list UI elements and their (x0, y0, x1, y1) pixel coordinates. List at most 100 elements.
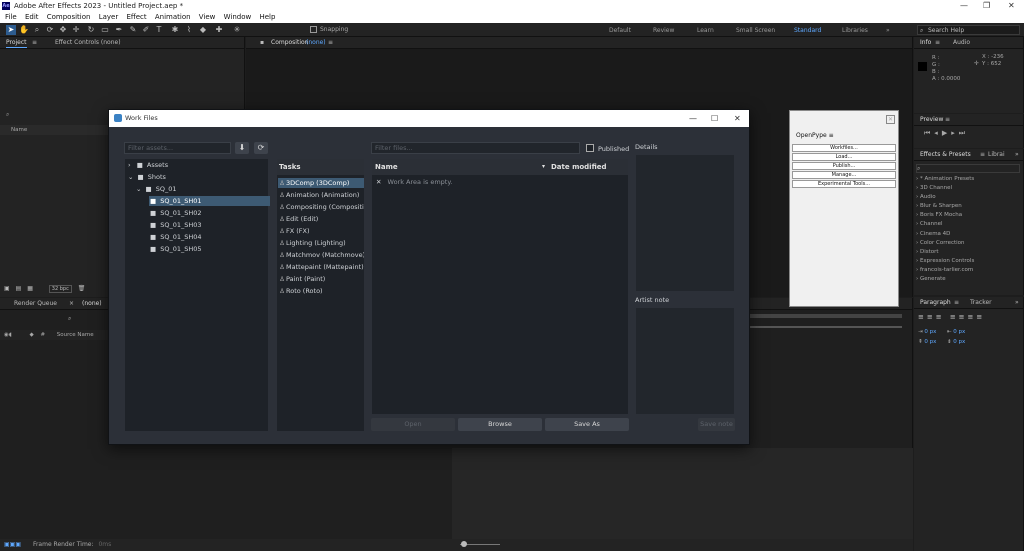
type-tool-icon[interactable]: T (154, 25, 164, 35)
tab-render-queue[interactable]: Render Queue (14, 298, 57, 310)
playback-controls[interactable]: ⏮◂▶▸⏭ (924, 129, 969, 138)
effects-item[interactable]: › Cinema 4D (916, 230, 1022, 239)
more-tabs-icon[interactable]: » (1015, 297, 1019, 309)
effects-item[interactable]: › Audio (916, 193, 1022, 202)
task-item[interactable]: ♙Animation (Animation) (278, 190, 364, 200)
date-modified-column-header[interactable]: Date modified (551, 159, 607, 175)
rectangle-tool-icon[interactable]: ▭ (100, 25, 110, 35)
load-button[interactable]: Load... (792, 153, 896, 161)
openpype-menu-icon[interactable]: ≡ (829, 132, 834, 139)
experimental-tools-button[interactable]: Experimental Tools... (792, 180, 896, 188)
task-item[interactable]: ♙3DComp (3DComp) (278, 178, 364, 188)
task-item[interactable]: ♙Paint (Paint) (278, 274, 364, 284)
zoom-tool-icon[interactable]: ⌕ (32, 25, 42, 35)
info-menu-icon[interactable]: ≡ (935, 37, 940, 49)
close-button[interactable]: ✕ (1008, 1, 1015, 10)
tab-none-comp[interactable]: (none) (82, 298, 102, 310)
name-column-header[interactable]: Name (11, 127, 27, 133)
minimize-button[interactable]: — (960, 1, 968, 10)
workspace-libraries[interactable]: Libraries (842, 27, 868, 34)
tree-item-shots[interactable]: ⌄ ■ Shots (125, 172, 268, 182)
menu-effect[interactable]: Effect (126, 12, 146, 23)
publish-button[interactable]: Publish... (792, 162, 896, 170)
roto-brush-icon[interactable]: ⌇ (184, 25, 194, 35)
openpype-close-icon[interactable]: ✕ (886, 115, 895, 124)
menu-animation[interactable]: Animation (155, 12, 191, 23)
timeline-work-area-bar[interactable] (750, 314, 902, 318)
selection-tool-icon[interactable]: ➤ (6, 25, 16, 35)
workspace-small-screen[interactable]: Small Screen (736, 27, 775, 34)
effects-item[interactable]: › Boris FX Mocha (916, 211, 1022, 220)
composition-lock-icon[interactable]: ▪ (260, 37, 264, 49)
new-comp-icon[interactable]: ▦ (27, 285, 33, 292)
effects-item[interactable]: › Expression Controls (916, 257, 1022, 266)
task-item[interactable]: ♙FX (FX) (278, 226, 364, 236)
task-item[interactable]: ♙Matchmov (Matchmove) (278, 250, 364, 260)
save-note-button[interactable]: Save note (698, 418, 735, 431)
effects-menu-icon[interactable]: ≡ (980, 149, 985, 161)
tree-item-sq01-sh02[interactable]: ■ SQ_01_SH02 (149, 208, 270, 218)
browse-button[interactable]: Browse (458, 418, 542, 431)
hand-tool-icon[interactable]: ✋ (19, 25, 29, 35)
toggle-switches-icon[interactable]: ▣▣▣ (4, 541, 21, 548)
tab-effect-controls[interactable]: Effect Controls (none) (55, 37, 121, 49)
dialog-close-button[interactable]: ✕ (734, 110, 741, 127)
expand-arrow-icon[interactable]: ⌄ (128, 173, 133, 181)
workfiles-button[interactable]: Workfiles... (792, 144, 896, 152)
eraser-tool-icon[interactable]: ◆ (198, 25, 208, 35)
tree-item-sq01-sh03[interactable]: ■ SQ_01_SH03 (149, 220, 270, 230)
brush-tool-icon[interactable]: ✎ (128, 25, 138, 35)
save-as-button[interactable]: Save As (545, 418, 629, 431)
manage-button[interactable]: Manage... (792, 171, 896, 179)
pin-tool-icon[interactable]: ✳ (232, 25, 242, 35)
tab-paragraph[interactable]: Paragraph (920, 297, 951, 309)
menu-layer[interactable]: Layer (99, 12, 119, 23)
effects-item[interactable]: › Blur & Sharpen (916, 202, 1022, 211)
source-name-column[interactable]: Source Name (57, 332, 94, 338)
arrow-down-icon[interactable]: ⬇ (235, 142, 249, 154)
sort-arrow-icon[interactable]: ▾ (542, 159, 545, 175)
effects-item[interactable]: › * Animation Presets (916, 175, 1022, 184)
task-item[interactable]: ♙Lighting (Lighting) (278, 238, 364, 248)
effects-item[interactable]: › Distort (916, 248, 1022, 257)
align-buttons[interactable]: ≡≡≡ ≡≡≡≡ (918, 313, 985, 321)
maximize-button[interactable]: ❐ (983, 1, 990, 10)
workspaces-more[interactable]: » (886, 27, 890, 34)
workspace-standard[interactable]: Standard (794, 27, 821, 34)
label-icon[interactable]: ◆ (29, 332, 33, 338)
expand-arrow-icon[interactable]: › (128, 161, 131, 169)
task-item[interactable]: ♙Compositing (Compositing) (278, 202, 364, 212)
tree-item-sq01-sh01[interactable]: ■ SQ_01_SH01 (149, 196, 270, 206)
task-item[interactable]: ♙Mattepaint (Mattepaint) (278, 262, 364, 272)
zoom-slider-thumb[interactable] (461, 541, 467, 547)
workspace-default[interactable]: Default (609, 27, 631, 34)
expand-arrow-icon[interactable]: ⌄ (136, 185, 141, 193)
filter-files-input[interactable]: Filter files... (371, 142, 580, 154)
workspace-learn[interactable]: Learn (697, 27, 714, 34)
tab-preview[interactable]: Preview (920, 114, 943, 126)
move-tool-icon[interactable]: ✛ (71, 25, 81, 35)
search-help-input[interactable]: ⌕ Search Help (917, 25, 1020, 35)
name-column-header[interactable]: Name (375, 159, 398, 175)
effects-item[interactable]: › Color Correction (916, 239, 1022, 248)
puppet-tool-icon[interactable]: ✱ (170, 25, 180, 35)
menu-edit[interactable]: Edit (25, 12, 39, 23)
menu-view[interactable]: View (199, 12, 216, 23)
published-checkbox[interactable] (586, 144, 594, 152)
tab-project[interactable]: Project (6, 37, 27, 48)
menu-file[interactable]: File (5, 12, 17, 23)
task-item[interactable]: ♙Edit (Edit) (278, 214, 364, 224)
tree-item-assets[interactable]: › ■ Assets (125, 160, 268, 170)
tab-libraries[interactable]: Librai (988, 149, 1005, 161)
orbit-tool-icon[interactable]: ⟳ (45, 25, 55, 35)
tree-item-sq01[interactable]: ⌄ ■ SQ_01 (125, 184, 268, 194)
dialog-maximize-button[interactable]: ☐ (711, 110, 718, 127)
tab-info[interactable]: Info (920, 37, 931, 49)
paragraph-menu-icon[interactable]: ≡ (954, 297, 959, 309)
pen-tool-icon[interactable]: ✒ (114, 25, 124, 35)
av-switches-icon[interactable]: ◉◖ (4, 332, 12, 338)
tab-audio[interactable]: Audio (953, 37, 970, 49)
menu-help[interactable]: Help (259, 12, 275, 23)
effects-item[interactable]: › 3D Channel (916, 184, 1022, 193)
timeline-search-icon[interactable]: ⌕ (68, 315, 71, 323)
